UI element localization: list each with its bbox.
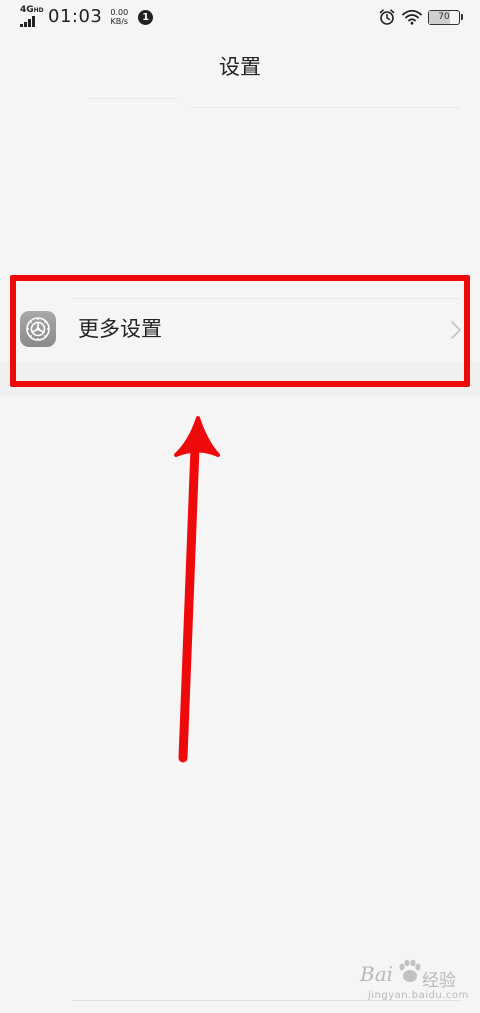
battery-level: 70 [438, 12, 450, 22]
paw-icon [399, 959, 421, 982]
annotation-arrow [174, 416, 220, 763]
watermark-url: jingyan.baidu.com [368, 990, 469, 1001]
watermark: Bai 经验 jingyan.baidu.com [360, 956, 480, 1006]
watermark-brand-cn: 经验 [422, 971, 456, 991]
watermark-brand: Bai [360, 962, 394, 986]
